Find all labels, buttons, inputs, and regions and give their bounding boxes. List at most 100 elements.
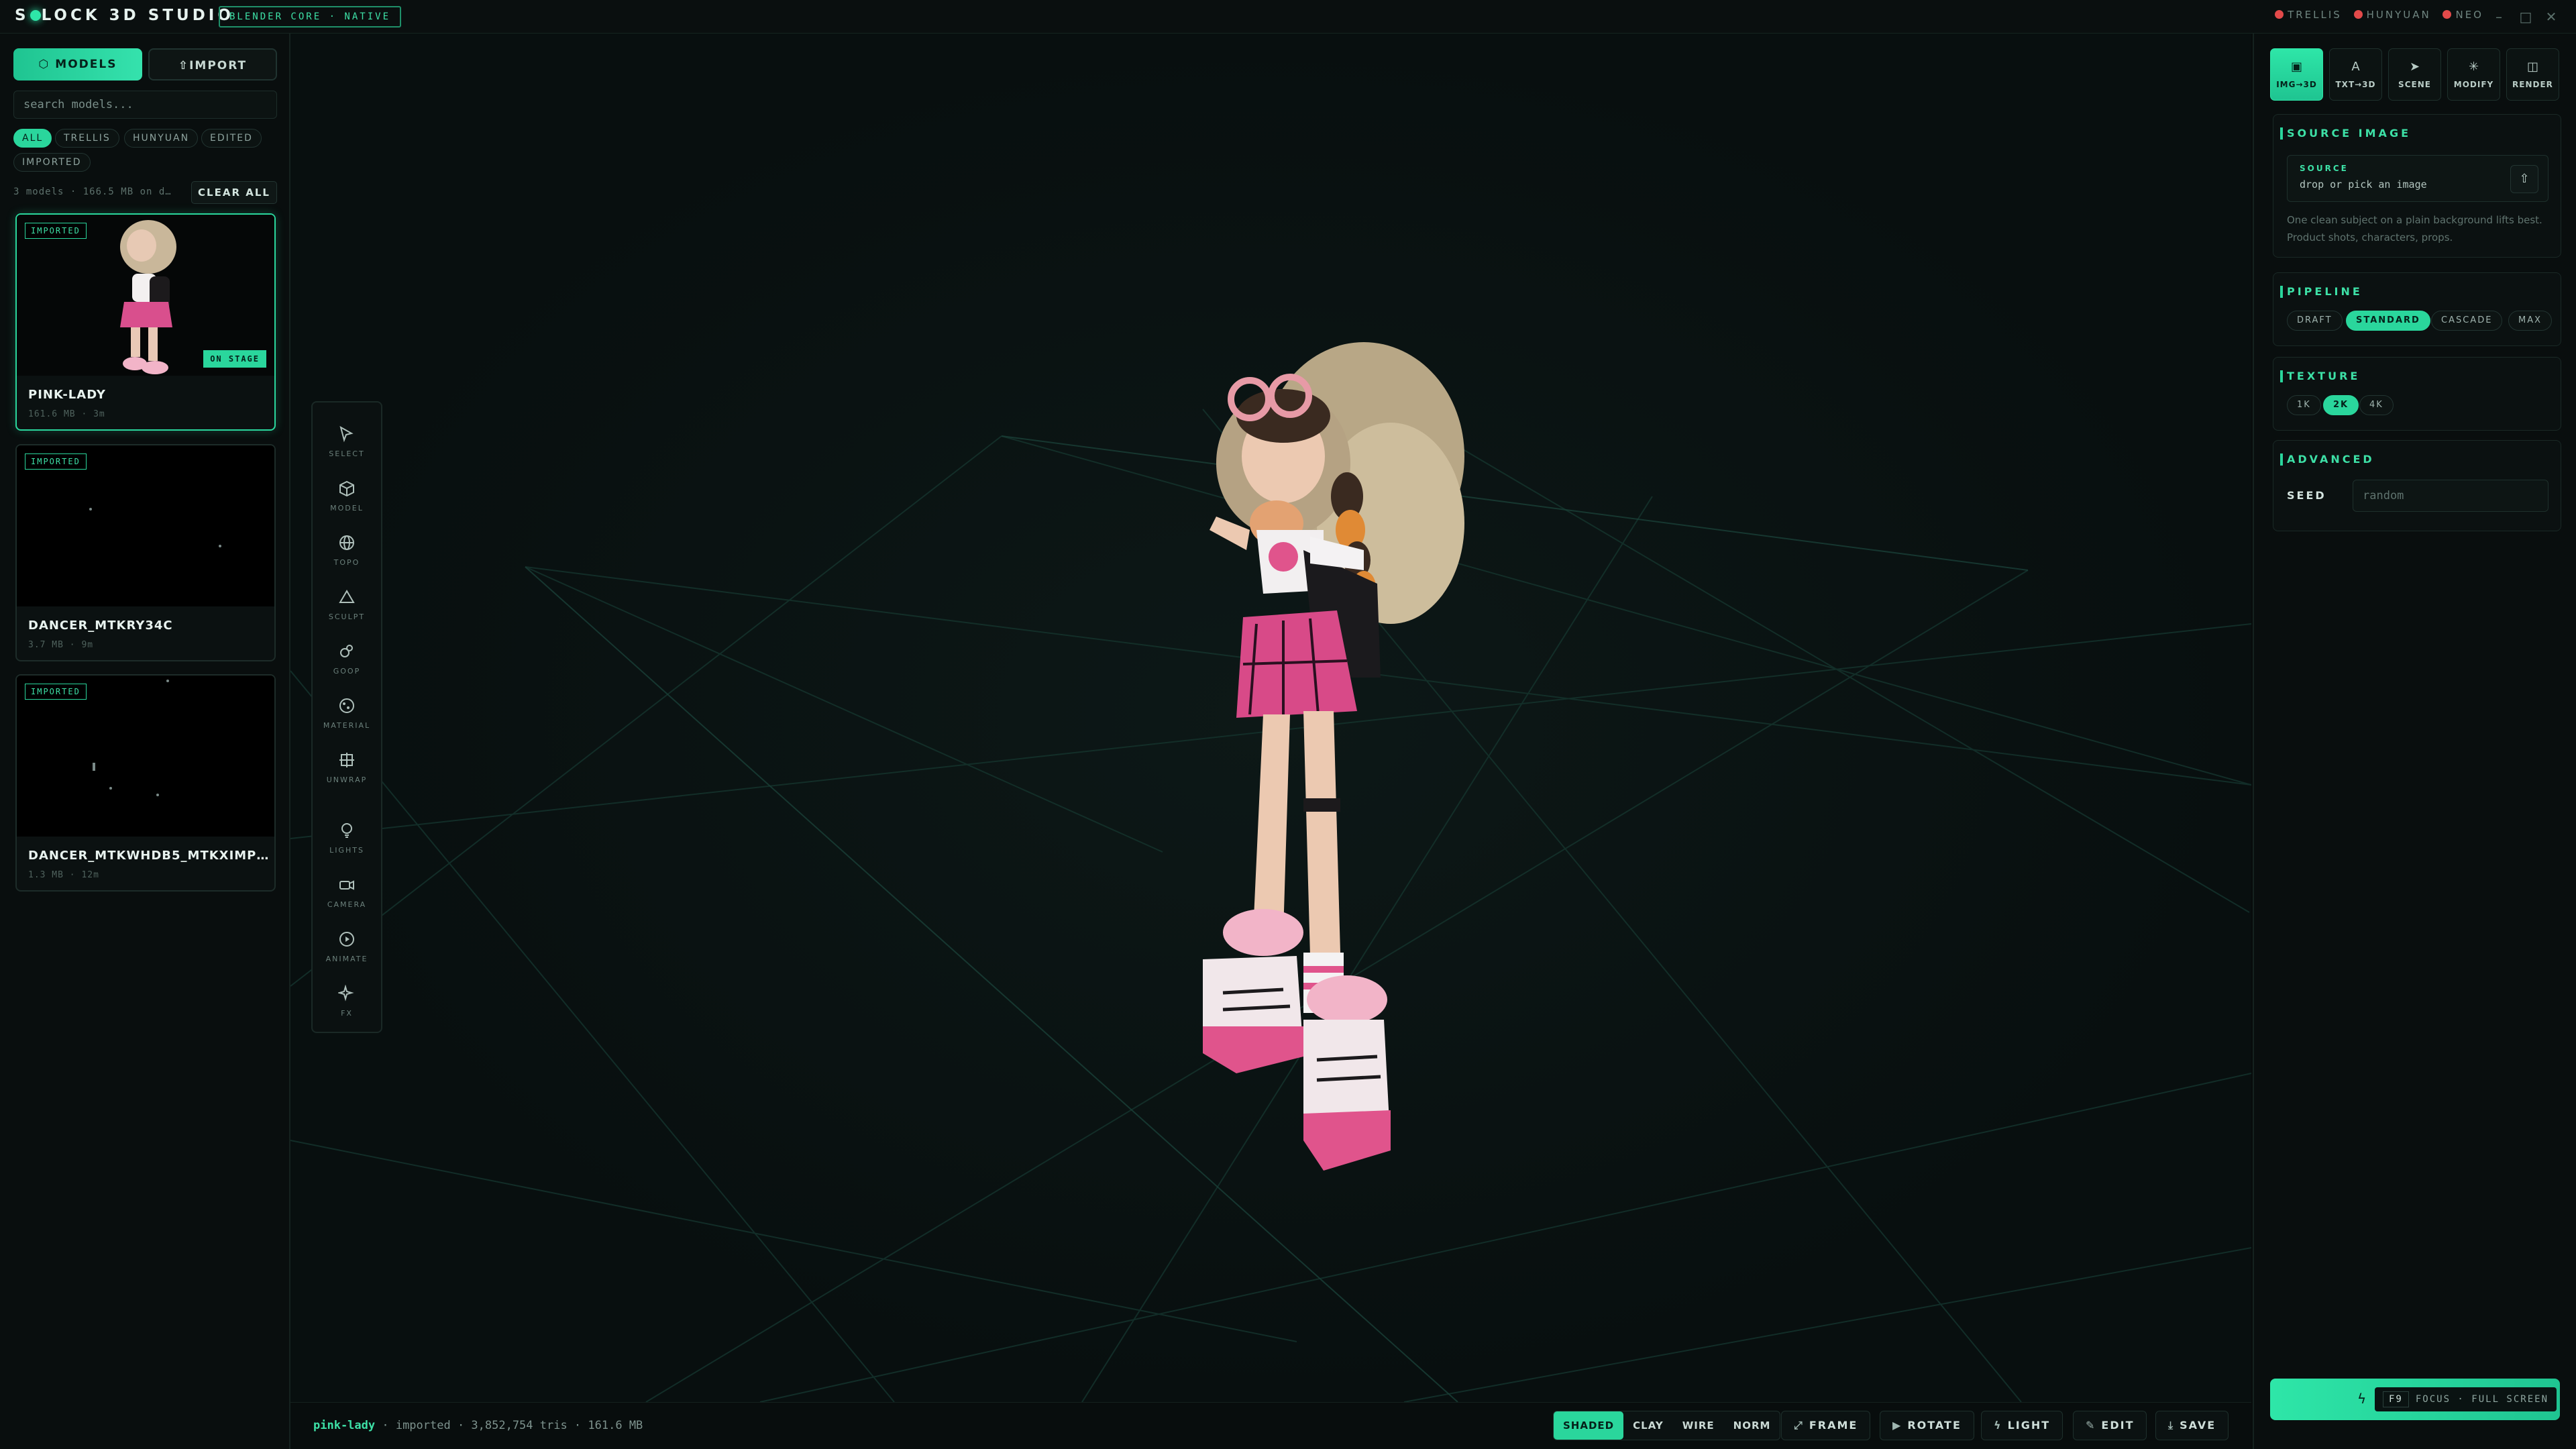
texture-section: TEXTURE 1K 2K 4K bbox=[2273, 357, 2561, 431]
tool-camera[interactable]: CAMERA bbox=[313, 868, 381, 916]
filter-imported[interactable]: IMPORTED bbox=[13, 153, 91, 172]
save-icon: ⤓ bbox=[2168, 1419, 2175, 1432]
tool-lights[interactable]: LIGHTS bbox=[313, 814, 381, 862]
tab-modify[interactable]: ✳ MODIFY bbox=[2447, 48, 2500, 101]
image-icon: ▣ bbox=[2290, 60, 2302, 74]
mode-wire[interactable]: WIRE bbox=[1673, 1411, 1724, 1440]
tool-model[interactable]: MODEL bbox=[313, 472, 381, 520]
rotate-button[interactable]: ▶ ROTATE bbox=[1880, 1411, 1974, 1440]
render-icon: ◫ bbox=[2526, 60, 2538, 74]
generation-panel: ▣ IMG→3D A TXT→3D ➤ SCENE ✳ MODIFY ◫ RENDER S… bbox=[2253, 34, 2576, 1449]
texture-2k[interactable]: 2K bbox=[2323, 395, 2359, 415]
tool-animate[interactable]: ANIMATE bbox=[313, 922, 381, 971]
source-dropzone[interactable]: SOURCE drop or pick an image ⇧ bbox=[2287, 155, 2548, 202]
model-thumbnail bbox=[17, 445, 274, 606]
shading-mode-group: SHADED CLAY WIRE NORM bbox=[1553, 1411, 1781, 1440]
model-card-dancer-2[interactable]: IMPORTED DANCER_MTKWHDB5_MTKXIMP4_… 1.3 … bbox=[15, 674, 276, 892]
pipeline-draft[interactable]: DRAFT bbox=[2287, 311, 2343, 331]
texture-4k[interactable]: 4K bbox=[2359, 395, 2394, 415]
model-meta: 161.6 MB · 3m bbox=[28, 409, 105, 419]
status-hunyuan: HUNYUAN bbox=[2366, 9, 2431, 21]
tab-models[interactable]: ⬡ MODELS bbox=[13, 48, 142, 80]
tab-scene[interactable]: ➤ SCENE bbox=[2388, 48, 2441, 101]
play-icon: ▶ bbox=[1892, 1419, 1902, 1432]
model-card-dancer-1[interactable]: IMPORTED DANCER_MTKRY34C 3.7 MB · 9m bbox=[15, 444, 276, 661]
imported-badge: IMPORTED bbox=[25, 684, 87, 700]
status-neo: NEO bbox=[2455, 9, 2483, 21]
model-name: DANCER_MTKWHDB5_MTKXIMP4_… bbox=[28, 849, 270, 863]
globe-icon bbox=[339, 535, 354, 550]
mode-shaded[interactable]: SHADED bbox=[1554, 1411, 1624, 1440]
imported-badge: IMPORTED bbox=[25, 223, 87, 239]
cursor-icon bbox=[339, 425, 354, 443]
source-note: One clean subject on a plain background … bbox=[2287, 214, 2542, 244]
expand-icon: ⤢ bbox=[1794, 1419, 1804, 1432]
sparkle-icon bbox=[338, 985, 354, 1002]
clear-all-button[interactable]: CLEAR ALL bbox=[191, 181, 277, 204]
save-button[interactable]: ⤓ SAVE bbox=[2155, 1411, 2229, 1440]
model-name: PINK-LADY bbox=[28, 388, 106, 402]
model-meta: 1.3 MB · 12m bbox=[28, 870, 99, 880]
status-dot-icon bbox=[2353, 10, 2363, 19]
close-button[interactable]: ✕ bbox=[2541, 7, 2561, 27]
model-library-sidebar: ⬡ MODELS ⇧IMPORT ALL TRELLIS HUNYUAN EDI… bbox=[0, 34, 290, 1449]
seed-input[interactable] bbox=[2353, 480, 2548, 512]
mode-clay[interactable]: CLAY bbox=[1623, 1411, 1673, 1440]
library-info: 3 models · 166.5 MB on d… bbox=[13, 186, 172, 197]
text-icon: A bbox=[2351, 60, 2360, 74]
engine-badge: BLENDER CORE · NATIVE bbox=[219, 6, 402, 28]
tab-img-to-3d[interactable]: ▣ IMG→3D bbox=[2270, 48, 2323, 101]
grid-icon bbox=[339, 753, 354, 767]
light-button[interactable]: ϟ LIGHT bbox=[1981, 1411, 2063, 1440]
tool-unwrap[interactable]: UNWRAP bbox=[313, 743, 381, 792]
filter-edited[interactable]: EDITED bbox=[201, 129, 262, 148]
tab-render[interactable]: ◫ RENDER bbox=[2506, 48, 2559, 101]
pipeline-max[interactable]: MAX bbox=[2508, 311, 2553, 331]
tab-import[interactable]: ⇧IMPORT bbox=[148, 48, 277, 80]
tool-material[interactable]: MATERIAL bbox=[313, 689, 381, 737]
source-image-section: SOURCE IMAGE SOURCE drop or pick an imag… bbox=[2273, 114, 2561, 258]
shortcut-hint: F9 FOCUS · FULL SCREEN bbox=[2375, 1387, 2557, 1411]
texture-1k[interactable]: 1K bbox=[2287, 395, 2321, 415]
viewport-status-bar: pink-lady · imported · 3,852,754 tris · … bbox=[290, 1402, 2251, 1449]
filter-hunyuan[interactable]: HUNYUAN bbox=[124, 129, 199, 148]
model-thumbnail bbox=[17, 676, 274, 837]
minimize-button[interactable]: – bbox=[2489, 7, 2509, 27]
3d-viewport[interactable] bbox=[290, 34, 2251, 1402]
upload-icon: ⇧ bbox=[178, 59, 190, 72]
cube-icon: ⬡ bbox=[38, 58, 56, 71]
model-card-pink-lady[interactable]: IMPORTED ON STAGE PINK-LADY 161.6 MB · 3… bbox=[15, 213, 276, 431]
pipeline-standard[interactable]: STANDARD bbox=[2346, 311, 2430, 331]
filter-trellis[interactable]: TRELLIS bbox=[55, 129, 119, 148]
upload-button[interactable]: ⇧ bbox=[2510, 165, 2538, 193]
play-icon bbox=[339, 932, 354, 947]
imported-badge: IMPORTED bbox=[25, 453, 87, 470]
pipeline-cascade[interactable]: CASCADE bbox=[2431, 311, 2503, 331]
generate-button[interactable]: ϟ F9 FOCUS · FULL SCREEN bbox=[2270, 1379, 2560, 1420]
mode-norm[interactable]: NORM bbox=[1724, 1411, 1780, 1440]
frame-button[interactable]: ⤢ FRAME bbox=[1781, 1411, 1871, 1440]
character-model[interactable] bbox=[1082, 329, 1552, 1201]
tool-goop[interactable]: GOOP bbox=[313, 635, 381, 683]
model-name: DANCER_MTKRY34C bbox=[28, 619, 173, 633]
shortcut-key: F9 bbox=[2383, 1391, 2409, 1407]
cube-icon bbox=[339, 480, 354, 497]
pencil-icon: ✎ bbox=[2086, 1419, 2096, 1432]
tool-sculpt[interactable]: SCULPT bbox=[313, 580, 381, 629]
section-title: ADVANCED bbox=[2280, 453, 2375, 466]
tool-topo[interactable]: TOPO bbox=[313, 526, 381, 574]
maximize-button[interactable]: □ bbox=[2516, 7, 2536, 27]
tab-txt-to-3d[interactable]: A TXT→3D bbox=[2329, 48, 2382, 101]
filter-all[interactable]: ALL bbox=[13, 129, 52, 148]
search-input[interactable] bbox=[13, 91, 277, 119]
status-trellis: TRELLIS bbox=[2288, 9, 2342, 21]
source-hint: drop or pick an image bbox=[2300, 178, 2427, 191]
section-title: PIPELINE bbox=[2280, 285, 2363, 298]
pipeline-section: PIPELINE DRAFT STANDARD CASCADE MAX bbox=[2273, 272, 2561, 346]
seed-label: SEED bbox=[2287, 489, 2326, 502]
backend-status: TRELLIS HUNYUAN NEO bbox=[2268, 9, 2483, 21]
tool-fx[interactable]: FX bbox=[313, 977, 381, 1025]
tool-select[interactable]: SELECT bbox=[313, 417, 381, 466]
tool-strip: SELECT MODEL TOPO SCULPT GOOP MATERIAL U… bbox=[311, 401, 382, 1033]
edit-button[interactable]: ✎ EDIT bbox=[2073, 1411, 2147, 1440]
